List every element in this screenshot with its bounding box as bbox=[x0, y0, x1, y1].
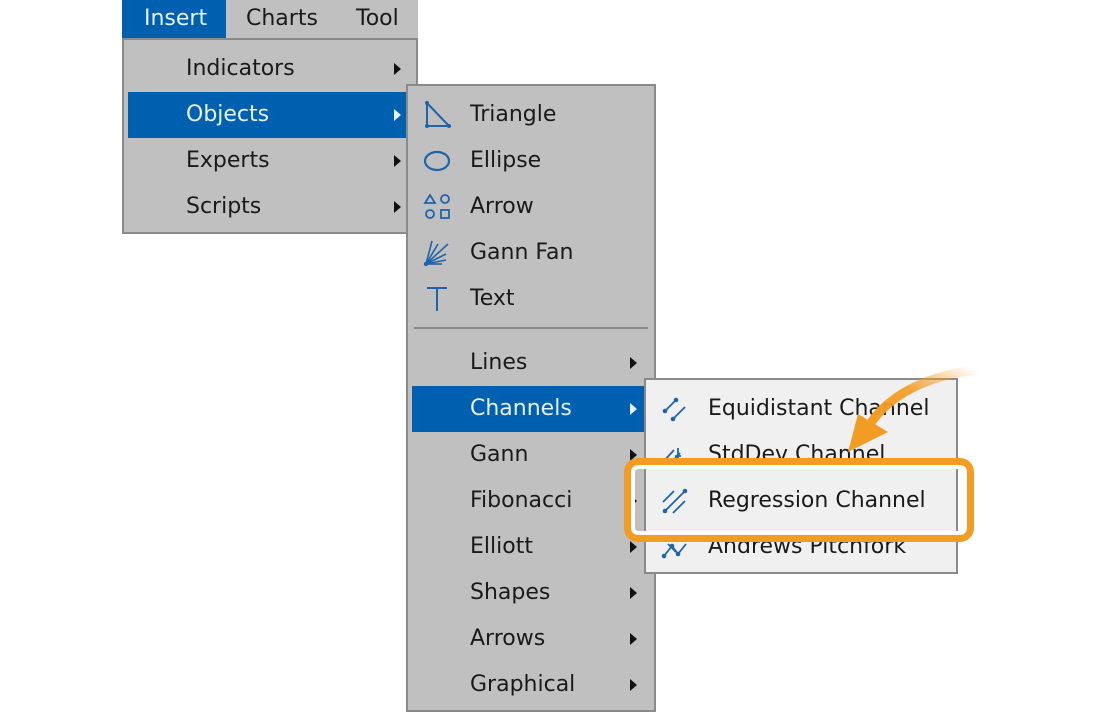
equidistant-channel-icon bbox=[662, 397, 686, 422]
menu-item-arrow[interactable]: Arrow bbox=[412, 184, 650, 230]
submenu-arrow-icon bbox=[394, 109, 401, 121]
submenu-arrow-icon bbox=[630, 541, 637, 553]
menu-insert[interactable]: Insert bbox=[122, 0, 226, 38]
menu-bar: Insert Charts Tool bbox=[122, 0, 418, 38]
menu-item-shapes[interactable]: Shapes bbox=[412, 570, 650, 616]
submenu-arrow-icon bbox=[630, 403, 637, 415]
annotation-arrow-icon bbox=[848, 365, 980, 452]
menu-item-graphical[interactable]: Graphical bbox=[412, 662, 650, 708]
menu-item-lines[interactable]: Lines bbox=[412, 340, 650, 386]
menu-item-label: Shapes bbox=[470, 580, 551, 605]
menu-item-objects[interactable]: Objects bbox=[128, 92, 412, 138]
menu-item-elliott[interactable]: Elliott bbox=[412, 524, 650, 570]
menu-separator bbox=[414, 327, 648, 329]
menu-charts[interactable]: Charts bbox=[246, 0, 318, 38]
menu-item-ellipse[interactable]: Ellipse bbox=[412, 138, 650, 184]
menu-item-gann[interactable]: Gann bbox=[412, 432, 650, 478]
menu-item-label: Objects bbox=[186, 102, 270, 127]
insert-menu: Indicators Objects Experts Scripts bbox=[122, 38, 418, 234]
menu-item-label: Gann Fan bbox=[470, 240, 574, 265]
menu-item-label: Text bbox=[470, 286, 515, 311]
triangle-icon bbox=[425, 100, 452, 128]
gann-fan-icon bbox=[423, 240, 449, 267]
menu-item-triangle[interactable]: Triangle bbox=[412, 92, 650, 138]
submenu-arrow-icon bbox=[630, 679, 637, 691]
menu-item-indicators[interactable]: Indicators bbox=[128, 46, 412, 92]
highlight-box bbox=[624, 458, 974, 542]
submenu-arrow-icon bbox=[394, 63, 401, 75]
text-icon bbox=[427, 287, 447, 311]
menu-item-label: Indicators bbox=[186, 56, 295, 81]
ellipse-icon bbox=[423, 150, 451, 172]
menu-item-label: Gann bbox=[470, 442, 529, 467]
menu-item-label: Triangle bbox=[470, 102, 557, 127]
menu-item-label: Channels bbox=[470, 396, 572, 421]
menu-item-text[interactable]: Text bbox=[412, 276, 650, 322]
menu-item-gann-fan[interactable]: Gann Fan bbox=[412, 230, 650, 276]
menu-item-label: Graphical bbox=[470, 672, 576, 697]
menu-item-label: Elliott bbox=[470, 534, 533, 559]
submenu-arrow-icon bbox=[394, 201, 401, 213]
menu-item-label: Ellipse bbox=[470, 148, 542, 173]
menu-item-label: Arrows bbox=[470, 626, 546, 651]
submenu-arrow-icon bbox=[630, 633, 637, 645]
arrow-shapes-icon bbox=[423, 193, 450, 219]
menu-item-fibonacci[interactable]: Fibonacci bbox=[412, 478, 650, 524]
submenu-arrow-icon bbox=[394, 155, 401, 167]
menu-item-label: Lines bbox=[470, 350, 528, 375]
menu-item-label: Arrow bbox=[470, 194, 534, 219]
menu-item-arrows[interactable]: Arrows bbox=[412, 616, 650, 662]
menu-item-label: Fibonacci bbox=[470, 488, 573, 513]
menu-item-experts[interactable]: Experts bbox=[128, 138, 412, 184]
objects-submenu: Triangle Ellipse Arrow Gann Fan Text Lin… bbox=[406, 84, 656, 712]
submenu-arrow-icon bbox=[630, 357, 637, 369]
menu-item-label: Experts bbox=[186, 148, 270, 173]
menu-item-channels[interactable]: Channels bbox=[412, 386, 650, 432]
menu-item-label: Scripts bbox=[186, 194, 262, 219]
menu-tools[interactable]: Tool bbox=[356, 0, 399, 38]
menu-item-scripts[interactable]: Scripts bbox=[128, 184, 412, 230]
submenu-arrow-icon bbox=[630, 587, 637, 599]
